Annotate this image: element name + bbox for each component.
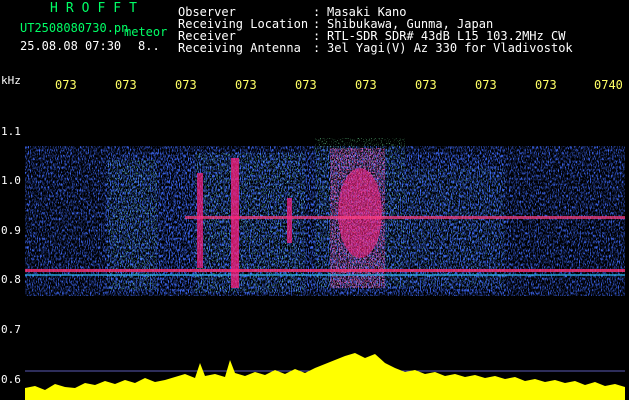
spectrogram xyxy=(25,138,625,400)
carrier-line xyxy=(25,274,625,276)
x-tick-label: 073 xyxy=(415,78,437,92)
app-title: HROFFT xyxy=(50,1,145,16)
y-tick-label: 0.6 xyxy=(1,373,21,386)
event-tag: meteor xyxy=(124,25,168,39)
y-tick-label: 0.7 xyxy=(1,323,21,336)
x-tick-label: 073 xyxy=(175,78,197,92)
meteor-core xyxy=(338,168,382,258)
y-tick-label: 0.8 xyxy=(1,273,21,286)
y-tick-label: 1.1 xyxy=(1,125,21,138)
x-tick-label: 073 xyxy=(475,78,497,92)
x-tick-label: 073 xyxy=(535,78,557,92)
x-tick-label: 073 xyxy=(235,78,257,92)
axis-unit-label: kHz xyxy=(1,74,21,87)
carrier-line xyxy=(25,269,625,272)
observation-datetime: 25.08.08 07:30 xyxy=(20,39,122,53)
amplitude-trace xyxy=(25,353,625,400)
file-name: UT2508080730.pn xyxy=(20,21,129,35)
signal-spike xyxy=(231,158,239,288)
event-count: 8.. xyxy=(138,39,160,53)
carrier-line xyxy=(185,216,625,219)
y-tick-label: 1.0 xyxy=(1,174,21,187)
x-tick-label: 073 xyxy=(295,78,317,92)
x-tick-label: 073 xyxy=(355,78,377,92)
signal-spike xyxy=(287,198,292,243)
signal-spike xyxy=(197,173,203,268)
x-tick-label: 073 xyxy=(55,78,77,92)
x-tick-label: 0740 xyxy=(594,78,623,92)
info-colon: : xyxy=(313,41,321,55)
info-value-antenna: 3el Yagi(V) Az 330 for Vladivostok xyxy=(327,41,573,55)
y-tick-label: 0.9 xyxy=(1,224,21,237)
x-tick-label: 073 xyxy=(115,78,137,92)
info-label-antenna: Receiving Antenna xyxy=(178,41,301,55)
